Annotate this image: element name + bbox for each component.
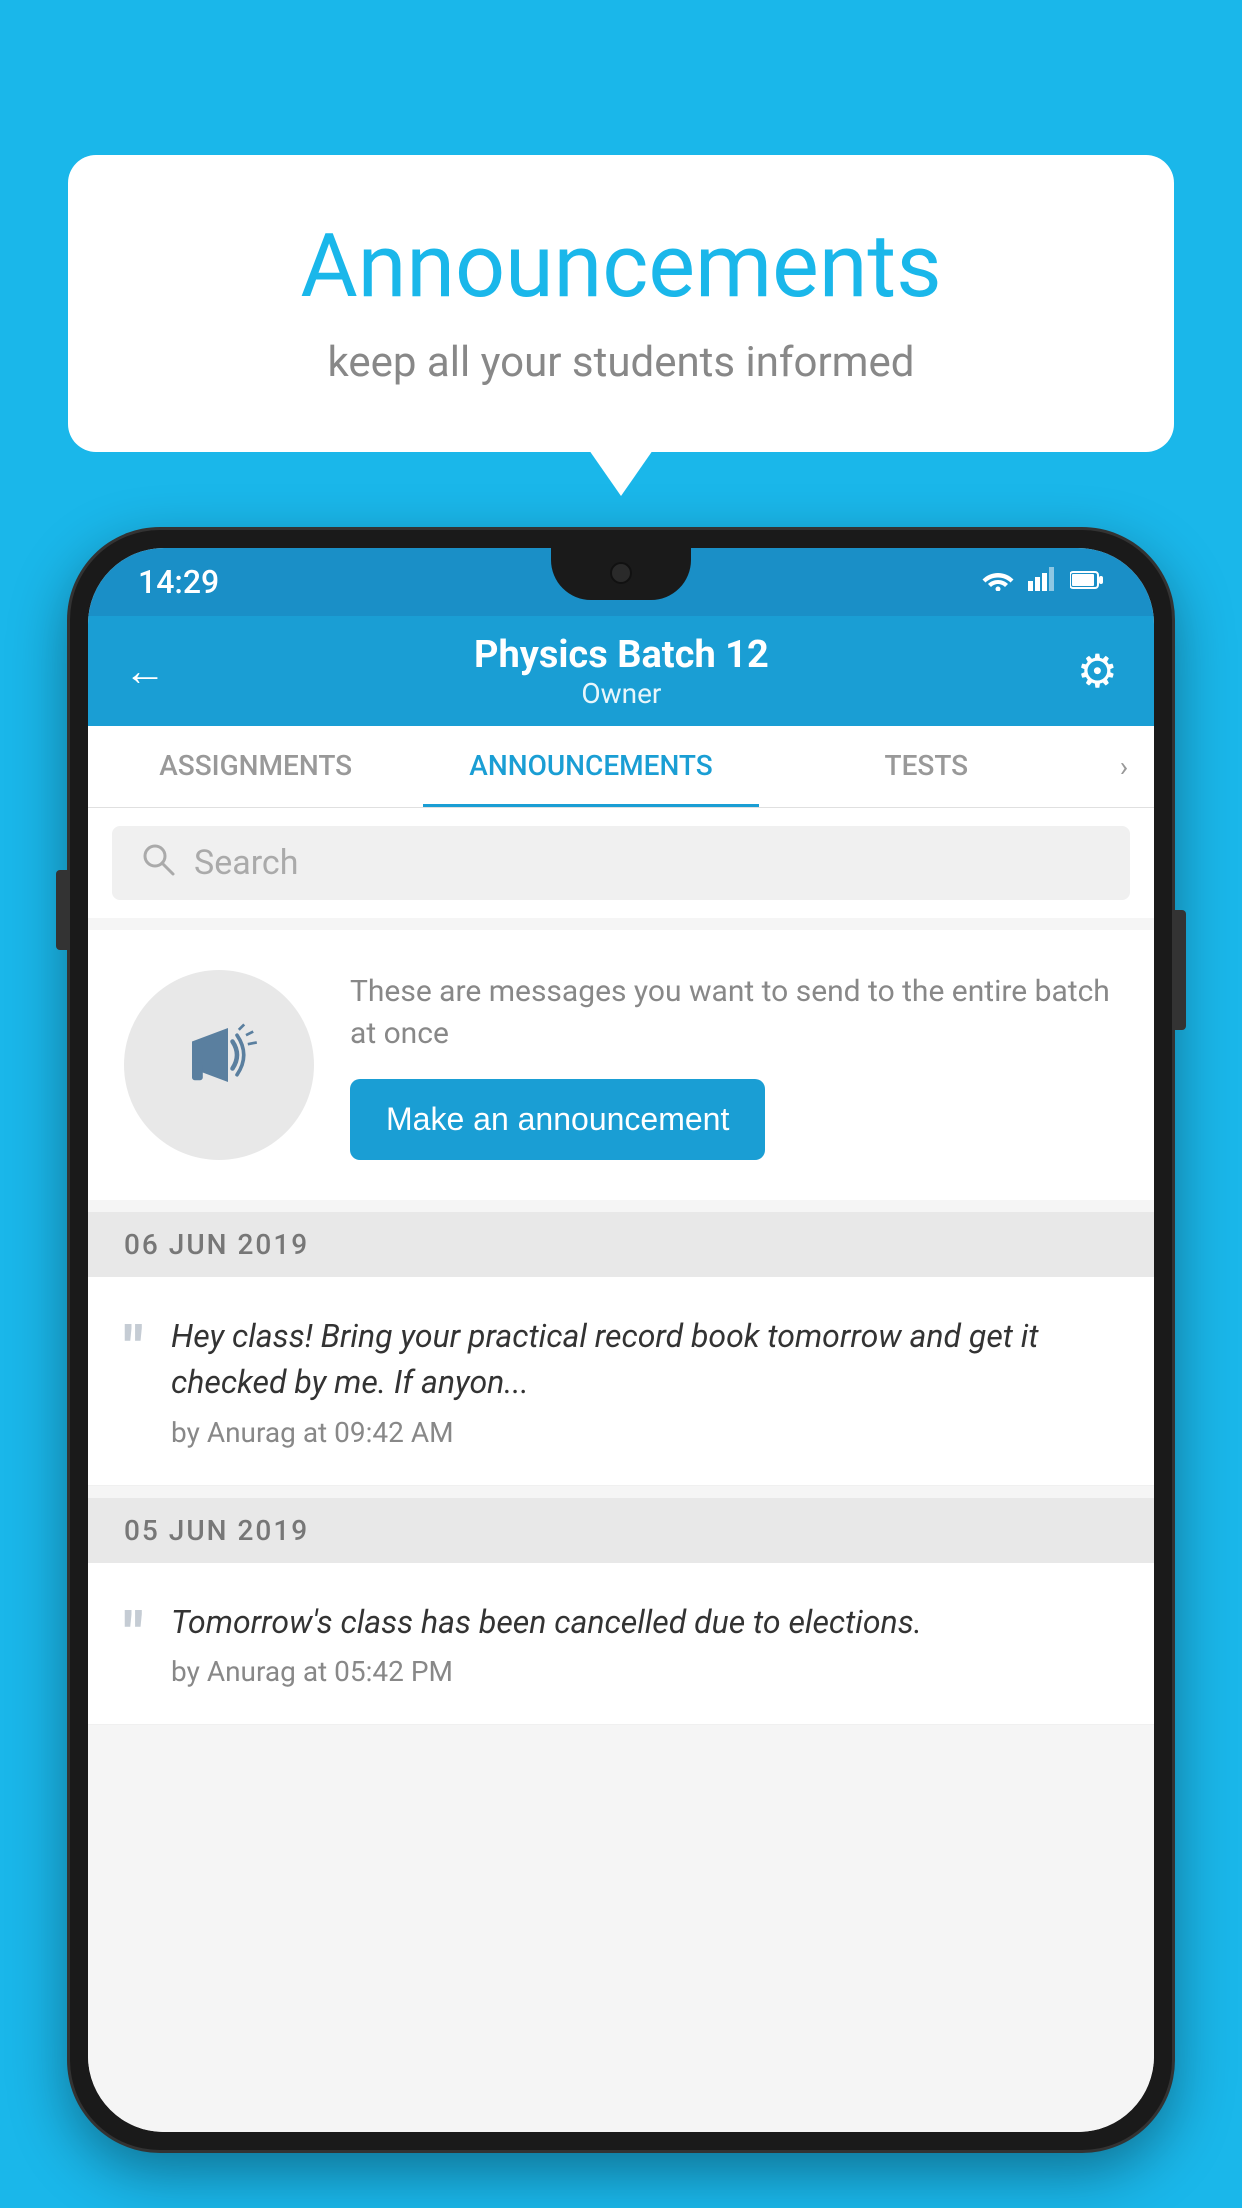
app-bar-title: Physics Batch 12	[196, 633, 1047, 677]
settings-icon[interactable]: ⚙	[1077, 644, 1118, 699]
phone-outer: 14:29	[70, 530, 1172, 2150]
speech-bubble-section: Announcements keep all your students inf…	[68, 155, 1174, 452]
search-bar-container: Search	[88, 808, 1154, 918]
search-icon	[140, 841, 176, 886]
wifi-icon	[982, 567, 1014, 598]
app-bar: ← Physics Batch 12 Owner ⚙	[88, 616, 1154, 726]
megaphone-icon	[174, 1010, 264, 1120]
search-placeholder: Search	[194, 843, 298, 883]
app-bar-title-group: Physics Batch 12 Owner	[196, 633, 1047, 710]
announcement-item-2[interactable]: " Tomorrow's class has been cancelled du…	[88, 1563, 1154, 1725]
tab-tests[interactable]: TESTS	[759, 726, 1094, 807]
status-icons	[982, 567, 1104, 598]
status-bar: 14:29	[88, 548, 1154, 616]
front-camera	[610, 562, 632, 584]
signal-icon	[1028, 567, 1056, 598]
quote-icon-1: "	[124, 1319, 143, 1379]
speech-bubble-subtitle: keep all your students informed	[148, 338, 1094, 387]
announcement-text-2: Tomorrow's class has been cancelled due …	[171, 1599, 922, 1645]
status-time: 14:29	[138, 563, 219, 601]
announcement-content-1: Hey class! Bring your practical record b…	[171, 1313, 1118, 1449]
phone-frame: 14:29	[70, 530, 1172, 2208]
tab-announcements[interactable]: ANNOUNCEMENTS	[423, 726, 758, 807]
tab-assignments[interactable]: ASSIGNMENTS	[88, 726, 423, 807]
app-bar-subtitle: Owner	[196, 677, 1047, 710]
make-announcement-button[interactable]: Make an announcement	[350, 1079, 765, 1160]
quote-icon-2: "	[124, 1605, 143, 1665]
tab-bar: ASSIGNMENTS ANNOUNCEMENTS TESTS ›	[88, 726, 1154, 808]
tab-more[interactable]: ›	[1094, 726, 1154, 807]
back-button[interactable]: ←	[124, 647, 166, 696]
promo-icon-circle	[124, 970, 314, 1160]
announcement-text-1: Hey class! Bring your practical record b…	[171, 1313, 1118, 1406]
promo-description: These are messages you want to send to t…	[350, 971, 1118, 1055]
speech-bubble-title: Announcements	[148, 215, 1094, 318]
announcement-content-2: Tomorrow's class has been cancelled due …	[171, 1599, 922, 1688]
promo-content: These are messages you want to send to t…	[350, 971, 1118, 1160]
content-area: Search	[88, 808, 1154, 2132]
speech-bubble: Announcements keep all your students inf…	[68, 155, 1174, 452]
announcement-meta-2: by Anurag at 05:42 PM	[171, 1655, 922, 1688]
announcement-item-1[interactable]: " Hey class! Bring your practical record…	[88, 1277, 1154, 1486]
date-separator-1: 06 JUN 2019	[88, 1212, 1154, 1277]
notch	[551, 548, 691, 600]
date-separator-2: 05 JUN 2019	[88, 1498, 1154, 1563]
announcement-meta-1: by Anurag at 09:42 AM	[171, 1416, 1118, 1449]
announcement-promo: These are messages you want to send to t…	[88, 930, 1154, 1200]
phone-inner: 14:29	[88, 548, 1154, 2132]
search-bar[interactable]: Search	[112, 826, 1130, 900]
battery-icon	[1070, 567, 1104, 597]
